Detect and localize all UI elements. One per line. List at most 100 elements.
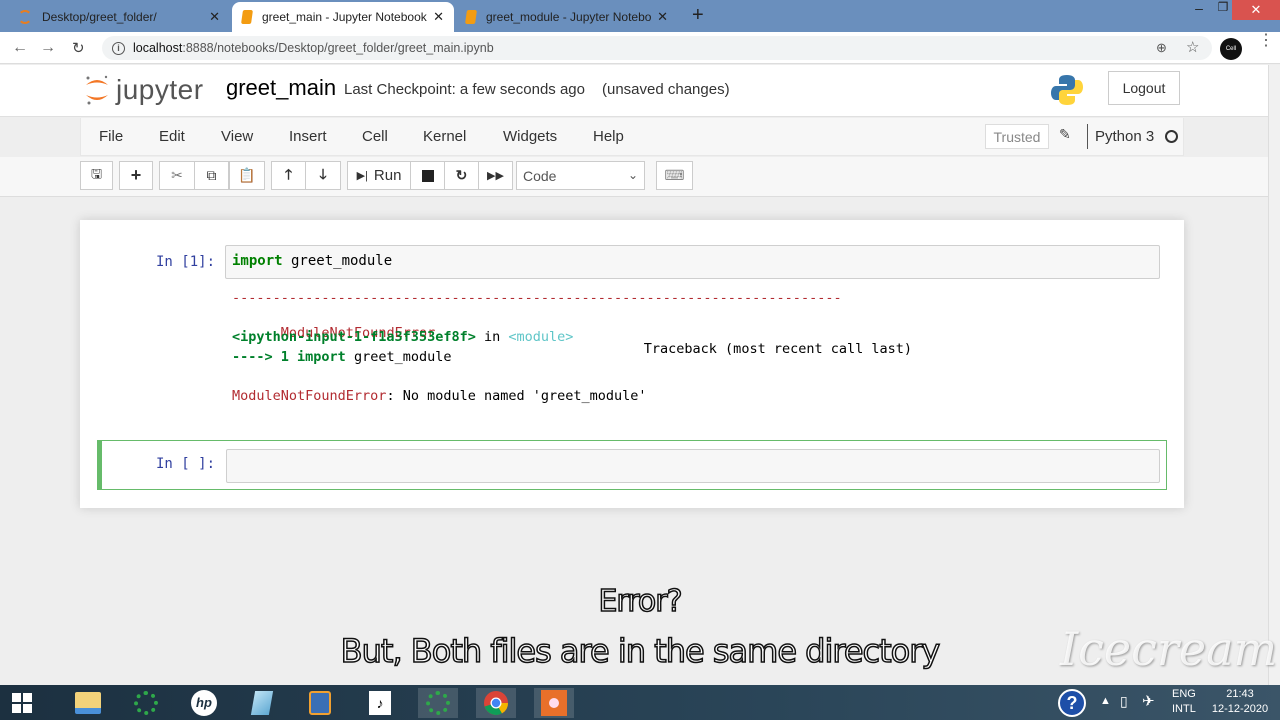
browser-menu-icon[interactable]: ⋮ — [1258, 33, 1274, 49]
reload-icon[interactable]: ↻ — [72, 39, 85, 57]
kernel-divider — [1087, 124, 1088, 149]
plus-icon: + — [130, 165, 142, 185]
watermark: Icecream — [1060, 622, 1278, 676]
notepad-icon — [250, 691, 274, 715]
window-close-button[interactable]: ✕ — [1232, 0, 1280, 20]
taskbar-screen-recorder[interactable] — [534, 688, 574, 718]
cell-1-input[interactable]: import greet_module — [225, 245, 1160, 279]
cut-button[interactable]: ✂ — [159, 161, 195, 190]
clock[interactable]: 21:43 12-12-2020 — [1210, 688, 1270, 715]
forward-icon[interactable]: → — [40, 39, 56, 57]
hp-logo-icon: hp — [191, 690, 217, 716]
save-button[interactable]: 🖫 — [80, 161, 113, 190]
url-input[interactable]: i localhost:8888/notebooks/Desktop/greet… — [102, 36, 1212, 60]
paste-icon: 📋 — [238, 167, 256, 183]
unsaved-changes-indicator: (unsaved changes) — [602, 81, 730, 98]
menu-widgets[interactable]: Widgets — [503, 128, 557, 145]
jupyter-logo[interactable]: jupyter — [84, 73, 204, 107]
notebook-favicon-icon — [241, 10, 253, 24]
info-icon[interactable]: i — [112, 41, 125, 55]
taskbar-app-green-open[interactable] — [418, 688, 458, 718]
taskbar-notepad[interactable] — [242, 688, 282, 718]
close-tab-icon[interactable]: ✕ — [209, 9, 220, 25]
piano-icon: ♪ — [369, 691, 391, 715]
menu-edit[interactable]: Edit — [159, 128, 185, 145]
traceback-dashes: ----------------------------------------… — [232, 290, 842, 306]
paste-button[interactable]: 📋 — [229, 161, 265, 190]
cell-type-select[interactable]: Code ⌄ — [516, 161, 645, 190]
menu-file[interactable]: File — [99, 128, 123, 145]
taskbar-media[interactable] — [300, 688, 340, 718]
menu-help[interactable]: Help — [593, 128, 624, 145]
back-icon[interactable]: ← — [12, 39, 28, 57]
arrow-down-icon: 🡓 — [319, 165, 327, 182]
move-up-button[interactable]: 🡑 — [271, 161, 306, 190]
copy-icon: ⧉ — [206, 167, 217, 183]
menu-view[interactable]: View — [221, 128, 253, 145]
insert-cell-button[interactable]: + — [119, 161, 153, 190]
bookmark-star-icon[interactable]: ☆ — [1186, 38, 1199, 56]
menu-kernel[interactable]: Kernel — [423, 128, 466, 145]
caption-line-1: Error? — [598, 583, 684, 620]
cell-2-input[interactable] — [226, 449, 1160, 483]
logout-button[interactable]: Logout — [1108, 71, 1180, 105]
windows-logo-icon — [12, 693, 32, 713]
taskbar-hp[interactable]: hp — [184, 688, 224, 718]
language-bottom: INTL — [1172, 703, 1196, 715]
zoom-icon[interactable]: ⊕ — [1156, 40, 1167, 56]
battery-icon[interactable]: ▯ — [1120, 693, 1128, 710]
airplane-mode-icon[interactable]: ✈ — [1142, 692, 1155, 710]
close-tab-icon[interactable]: ✕ — [433, 9, 444, 25]
trusted-badge[interactable]: Trusted — [985, 124, 1049, 149]
traceback-line: ----> 1 import greet_module — [232, 349, 451, 365]
copy-button[interactable]: ⧉ — [194, 161, 229, 190]
taskbar-app-green[interactable] — [126, 688, 166, 718]
green-ring-icon — [134, 691, 158, 715]
help-icon[interactable]: ? — [1058, 689, 1086, 717]
windows-taskbar: hp ♪ ? ▲ ▯ ✈ ENG INTL 21:43 12-12-2020 — [0, 685, 1280, 720]
arrow-code: greet_module — [345, 349, 452, 365]
run-button[interactable]: ▶| Run — [347, 161, 411, 190]
jupyter-favicon-icon — [18, 10, 32, 24]
scissors-icon: ✂ — [171, 167, 183, 183]
arrow-prefix: ----> 1 — [232, 349, 298, 365]
green-ring-icon — [426, 691, 450, 715]
cell-1-prompt: In [1]: — [156, 254, 216, 270]
new-tab-button[interactable]: + — [692, 4, 704, 27]
url-host: localhost — [133, 41, 183, 55]
tab-desktop-folder[interactable]: Desktop/greet_folder/ ✕ — [8, 2, 230, 32]
media-player-icon — [309, 691, 331, 715]
restart-run-all-button[interactable]: ▶▶ — [478, 161, 513, 190]
close-tab-icon[interactable]: ✕ — [657, 9, 668, 25]
jupyter-header: jupyter greet_main Last Checkpoint: a fe… — [0, 65, 1268, 117]
menu-insert[interactable]: Insert — [289, 128, 327, 145]
menu-cell[interactable]: Cell — [362, 128, 388, 145]
tray-overflow-icon[interactable]: ▲ — [1100, 695, 1111, 707]
start-button[interactable] — [2, 688, 42, 718]
arrow-up-icon: 🡑 — [284, 165, 293, 182]
taskbar-piano[interactable]: ♪ — [360, 688, 400, 718]
fast-forward-icon: ▶▶ — [487, 170, 504, 182]
jupyter-logo-text: jupyter — [116, 74, 204, 105]
cell-2-selected[interactable]: In [ ]: — [97, 440, 1167, 490]
taskbar-chrome[interactable] — [476, 688, 516, 718]
recorder-icon — [541, 690, 567, 716]
clock-time: 21:43 — [1226, 688, 1254, 700]
kernel-name[interactable]: Python 3 — [1095, 128, 1154, 145]
taskbar-file-explorer[interactable] — [68, 688, 108, 718]
profile-avatar[interactable]: Cell — [1220, 38, 1242, 60]
language-indicator[interactable]: ENG INTL — [1172, 688, 1196, 715]
tab-title: greet_module - Jupyter Notebo — [486, 10, 651, 24]
restart-button[interactable]: ↻ — [444, 161, 479, 190]
move-down-button[interactable]: 🡓 — [305, 161, 341, 190]
notebook-name[interactable]: greet_main — [226, 75, 336, 101]
traceback-label: Traceback (most recent call last) — [643, 341, 912, 357]
command-palette-button[interactable]: ⌨ — [656, 161, 693, 190]
interrupt-button[interactable] — [410, 161, 445, 190]
edit-pencil-icon[interactable]: ✎ — [1059, 126, 1071, 143]
error-message: ModuleNotFoundError: No module named 'gr… — [232, 388, 647, 404]
final-error-name: ModuleNotFoundError — [232, 388, 387, 404]
tab-greet-main[interactable]: greet_main - Jupyter Notebook ✕ — [232, 2, 454, 32]
tab-greet-module[interactable]: greet_module - Jupyter Notebo ✕ — [456, 2, 678, 32]
url-path: :8888/notebooks/Desktop/greet_folder/gre… — [182, 41, 494, 55]
